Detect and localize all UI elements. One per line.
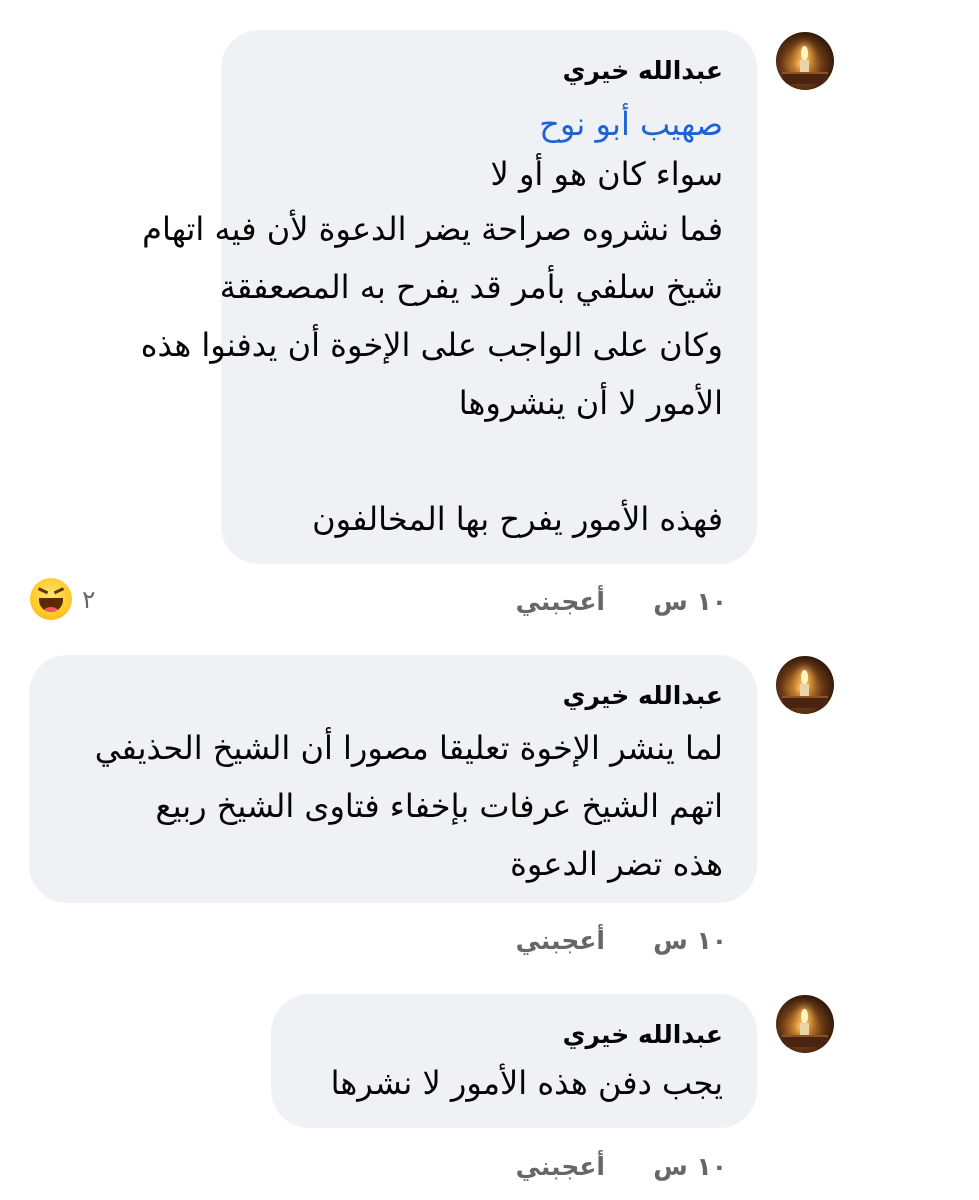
comment-thread: عبدالله خيري صهيب أبو نوح سواء كان هو أو… [0, 0, 979, 1200]
comment-author[interactable]: عبدالله خيري [241, 54, 723, 88]
comment-text-line: فما نشروه صراحة يضر الدعوة لأن فيه اتهام [142, 210, 723, 248]
comment-time[interactable]: ١٠ س [653, 926, 727, 955]
comment-text-line: اتهم الشيخ عرفات بإخفاء فتاوى الشيخ ربيع [155, 787, 723, 825]
mention-link[interactable]: صهيب أبو نوح [241, 100, 723, 148]
reactions-summary[interactable]: ٢ [30, 578, 95, 620]
comment-text-line: يجب دفن هذه الأمور لا نشرها [330, 1064, 723, 1102]
like-button[interactable]: أعجبني [516, 1152, 605, 1181]
comment-author[interactable]: عبدالله خيري [291, 1018, 723, 1052]
comment-text-line: الأمور لا أن ينشروها [458, 384, 723, 422]
candle-flame [801, 1009, 808, 1023]
haha-emoji-icon [30, 578, 72, 620]
candle-flame [801, 670, 808, 684]
author-avatar[interactable] [776, 995, 834, 1053]
author-avatar[interactable] [776, 32, 834, 90]
comment-meta: ١٠ س أعجبني [487, 926, 727, 966]
like-button[interactable]: أعجبني [516, 926, 605, 955]
book [782, 1035, 828, 1047]
book [782, 696, 828, 708]
comment-text-line: شيخ سلفي بأمر قد يفرح به المصعفقة [219, 268, 723, 306]
comment-bubble: عبدالله خيري يجب دفن هذه الأمور لا نشرها [271, 994, 757, 1128]
comment-bubble: عبدالله خيري صهيب أبو نوح سواء كان هو أو… [140, 30, 757, 564]
candle-flame [801, 46, 808, 60]
comment-text-line: وكان على الواجب على الإخوة أن يدفنوا هذه [140, 326, 723, 364]
comment-author[interactable]: عبدالله خيري [49, 679, 723, 713]
comment-time[interactable]: ١٠ س [653, 1152, 727, 1181]
author-avatar[interactable] [776, 656, 834, 714]
comment-text-line: هذه تضر الدعوة [510, 845, 723, 883]
book [782, 72, 828, 84]
comment-meta: ١٠ س أعجبني [487, 587, 727, 627]
comment-text-line: لما ينشر الإخوة تعليقا مصورا أن الشيخ ال… [94, 729, 723, 767]
reaction-count: ٢ [82, 584, 96, 614]
comment-meta: ١٠ س أعجبني [487, 1152, 727, 1192]
comment-bubble: عبدالله خيري لما ينشر الإخوة تعليقا مصور… [29, 655, 757, 903]
comment-time[interactable]: ١٠ س [653, 587, 727, 616]
comment-text-line: سواء كان هو أو لا [490, 155, 723, 193]
comment-text-line: فهذه الأمور يفرح بها المخالفون [312, 500, 723, 538]
like-button[interactable]: أعجبني [516, 587, 605, 616]
